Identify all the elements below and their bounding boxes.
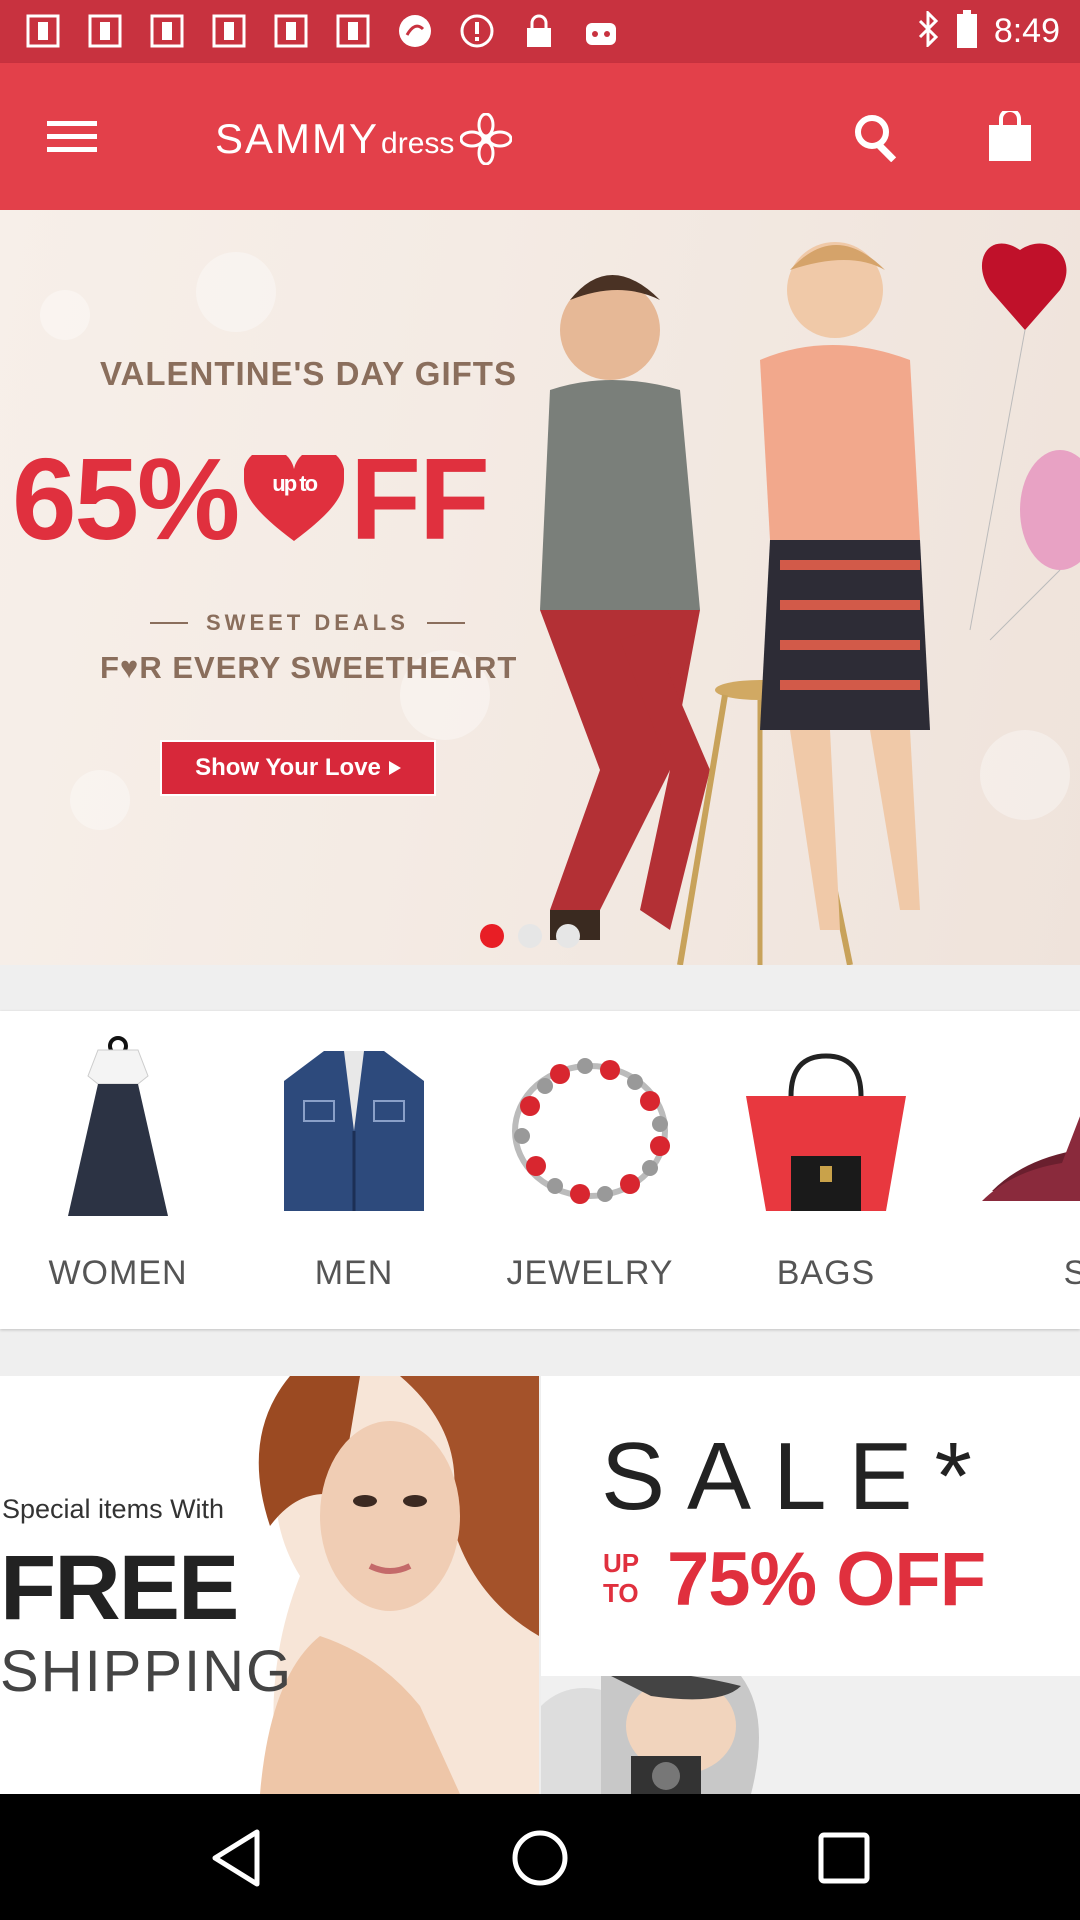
category-strip: WOMEN MEN JEWELRY BAGS S bbox=[0, 1011, 1080, 1329]
app-notification-icon bbox=[84, 10, 126, 52]
search-icon[interactable] bbox=[841, 101, 913, 173]
category-label: MEN bbox=[314, 1254, 394, 1292]
logo-main: SAMMY bbox=[215, 115, 380, 162]
heart-text: up to bbox=[272, 471, 318, 496]
promo-free-text: FREE bbox=[0, 1537, 239, 1639]
back-icon[interactable] bbox=[200, 1822, 272, 1894]
shopping-bag-icon[interactable] bbox=[974, 101, 1046, 173]
sale-promo[interactable]: SALE* UP TO 75% OFF bbox=[541, 1376, 1080, 1674]
recents-icon[interactable] bbox=[808, 1822, 880, 1894]
app-notification-icon bbox=[146, 10, 188, 52]
category-label: SHO bbox=[1063, 1254, 1080, 1292]
system-nav-bar bbox=[0, 1794, 1080, 1920]
dress-icon bbox=[18, 1031, 218, 1231]
carousel-dot[interactable] bbox=[556, 924, 580, 948]
discount-value: 65% bbox=[12, 434, 240, 564]
camera-model-photo bbox=[541, 1676, 759, 1794]
bracelet-icon bbox=[490, 1031, 690, 1231]
carousel-dot[interactable] bbox=[518, 924, 542, 948]
status-time: 8:49 bbox=[993, 11, 1060, 50]
free-shipping-promo[interactable]: Special items With FREE SHIPPING bbox=[0, 1376, 539, 1794]
sale-text: SALE* bbox=[601, 1423, 994, 1530]
info-icon bbox=[456, 10, 498, 52]
battery-icon bbox=[956, 9, 978, 53]
handbag-icon bbox=[726, 1031, 926, 1231]
banner-subheadline: F♥R EVERY SWEETHEART bbox=[100, 650, 518, 685]
play-arrow-icon bbox=[388, 761, 401, 775]
app-notification-icon bbox=[332, 10, 374, 52]
sweet-deals: SWEET DEALS bbox=[150, 610, 465, 636]
carousel-indicator bbox=[480, 924, 580, 948]
hero-banner[interactable]: VALENTINE'S DAY GIFTS 65% up to FF SWEET… bbox=[0, 210, 1080, 965]
cta-label: Show Your Love bbox=[195, 754, 381, 781]
category-label: WOMEN bbox=[48, 1254, 188, 1292]
banner-discount: 65% up to FF bbox=[12, 432, 490, 566]
heart-icon: up to bbox=[244, 455, 345, 543]
upto-text: UP TO bbox=[603, 1548, 639, 1608]
bluetooth-icon bbox=[916, 8, 940, 52]
category-shoes[interactable]: SHO bbox=[944, 1011, 1080, 1329]
show-your-love-button[interactable]: Show Your Love bbox=[160, 740, 436, 796]
flower-logo-icon bbox=[460, 113, 513, 165]
banner-headline: VALENTINE'S DAY GIFTS bbox=[100, 355, 517, 392]
category-label: JEWELRY bbox=[506, 1254, 674, 1292]
carousel-dot[interactable] bbox=[480, 924, 504, 948]
category-men[interactable]: MEN bbox=[236, 1011, 472, 1329]
category-bags[interactable]: BAGS bbox=[708, 1011, 944, 1329]
promo-shipping-text: SHIPPING bbox=[0, 1639, 294, 1704]
app-notification-icon bbox=[208, 10, 250, 52]
status-bar: 8:49 bbox=[0, 0, 1080, 63]
jacket-icon bbox=[254, 1031, 454, 1231]
app-notification-icon bbox=[270, 10, 312, 52]
category-jewelry[interactable]: JEWELRY bbox=[472, 1011, 708, 1329]
app-logo: SAMMY dress bbox=[215, 109, 513, 169]
to-text: TO bbox=[603, 1578, 639, 1608]
lock-icon bbox=[518, 10, 560, 52]
category-label: BAGS bbox=[776, 1254, 876, 1292]
shoe-icon bbox=[962, 1031, 1080, 1231]
app-toolbar: SAMMY dress bbox=[0, 63, 1080, 210]
sync-icon bbox=[394, 10, 436, 52]
robot-icon bbox=[580, 10, 622, 52]
sale-percent: 75% OFF bbox=[667, 1537, 986, 1622]
logo-sub: dress bbox=[381, 127, 455, 160]
home-icon[interactable] bbox=[504, 1822, 576, 1894]
promo-special-text: Special items With bbox=[2, 1494, 225, 1524]
camera-promo[interactable] bbox=[541, 1676, 1080, 1794]
up-text: UP bbox=[603, 1548, 640, 1578]
sweet-deals-text: SWEET DEALS bbox=[206, 610, 409, 635]
couple-photo bbox=[540, 242, 1080, 965]
discount-suffix: FF bbox=[350, 434, 490, 564]
promo-grid: Special items With FREE SHIPPING SALE* U… bbox=[0, 1376, 1080, 1794]
category-women[interactable]: WOMEN bbox=[0, 1011, 236, 1329]
app-notification-icon bbox=[22, 10, 64, 52]
menu-icon[interactable] bbox=[36, 101, 108, 173]
